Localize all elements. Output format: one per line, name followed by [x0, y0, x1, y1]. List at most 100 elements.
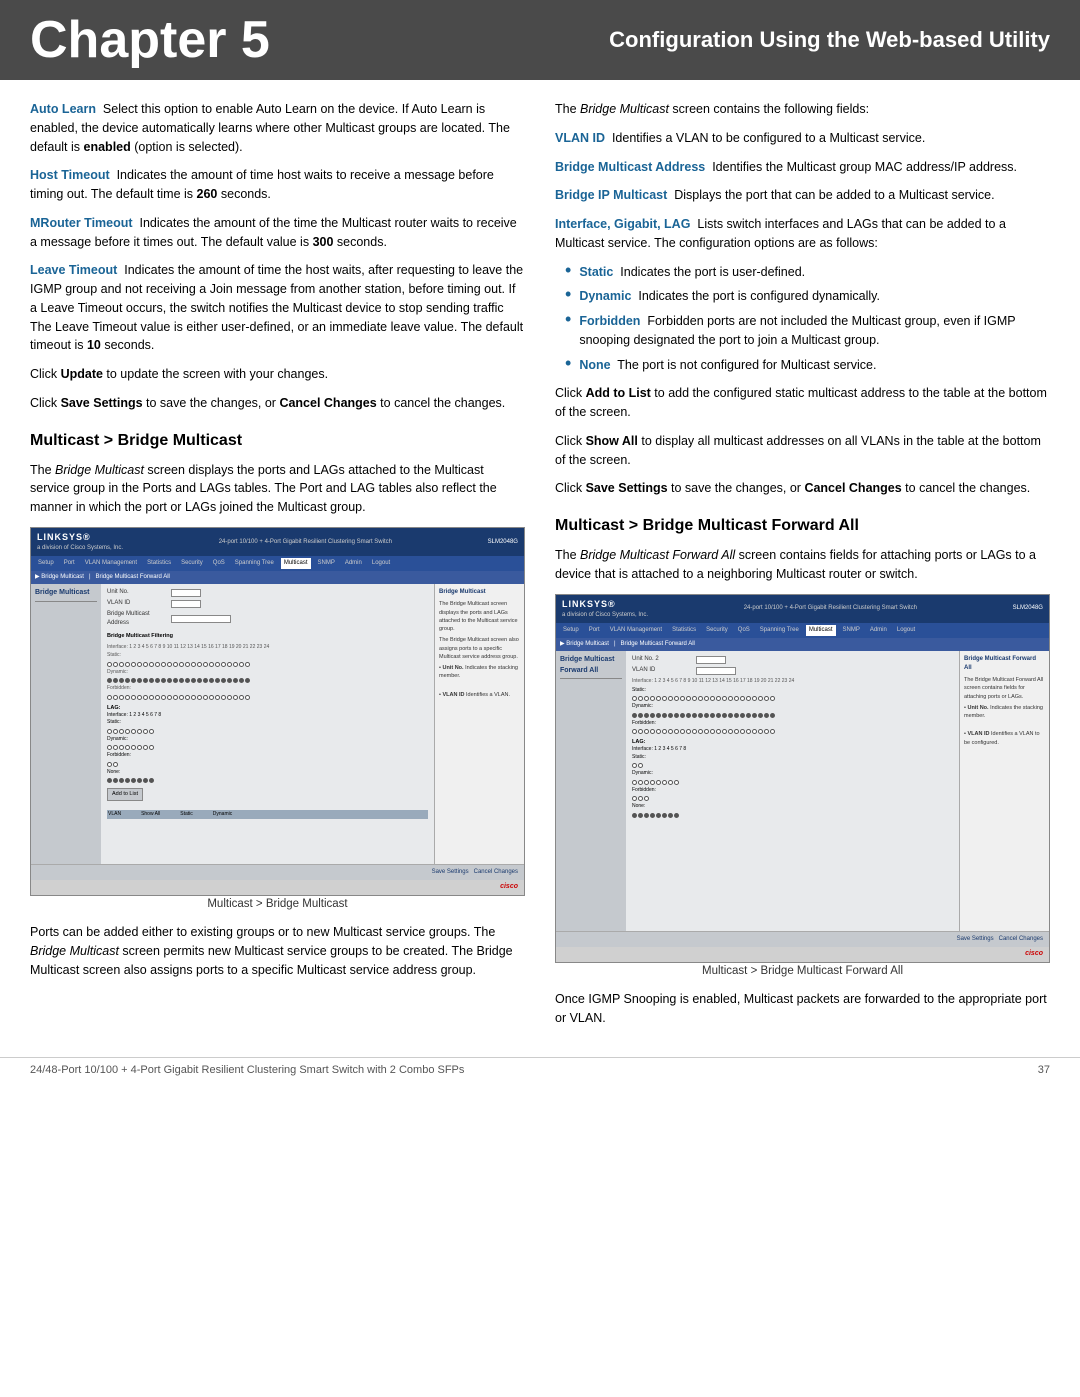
- nav2-port[interactable]: Port: [586, 625, 603, 636]
- nav2-logout[interactable]: Logout: [894, 625, 918, 636]
- lag2-forbidden-dots: [632, 796, 686, 801]
- input-address[interactable]: [171, 615, 231, 623]
- lag2-forbidden: Forbidden:: [632, 787, 686, 795]
- form-row-vlan: VLAN ID: [107, 599, 428, 608]
- linksys-nav-2: Setup Port VLAN Management Statistics Se…: [556, 623, 1049, 638]
- para-click-save-right: Click Save Settings to save the changes,…: [555, 479, 1050, 498]
- para-interface: Interface, Gigabit, LAG Lists switch int…: [555, 215, 1050, 253]
- static2-dots: [632, 696, 953, 701]
- static2-label: Static:: [632, 687, 953, 695]
- lag2-static: Static:: [632, 754, 686, 762]
- caption-bridge-multicast: Multicast > Bridge Multicast: [30, 896, 525, 913]
- table-header: VLAN Show All Static Dynamic: [107, 810, 428, 820]
- para-bridge-address: Bridge Multicast Address Identifies the …: [555, 158, 1050, 177]
- bullet-forbidden: • Forbidden Forbidden ports are not incl…: [565, 312, 1050, 350]
- nav2-vlan[interactable]: VLAN Management: [607, 625, 665, 636]
- nav-multicast[interactable]: Multicast: [281, 558, 311, 569]
- term-autolearn: Auto Learn: [30, 102, 96, 116]
- page-header: Chapter 5 Configuration Using the Web-ba…: [0, 0, 1080, 80]
- para-bridge-intro: The Bridge Multicast screen displays the…: [30, 461, 525, 517]
- right-column: The Bridge Multicast screen contains the…: [555, 100, 1050, 1037]
- input-unit[interactable]: [171, 589, 201, 597]
- nav-logout[interactable]: Logout: [369, 558, 393, 569]
- nav2-qos[interactable]: QoS: [735, 625, 753, 636]
- linksys-logo-2: LINKSYS® a division of Cisco Systems, In…: [562, 598, 648, 621]
- input-vlan[interactable]: [171, 600, 201, 608]
- nav2-setup[interactable]: Setup: [560, 625, 582, 636]
- interface-row2: Interface: 1 2 3 4 5 6 7 8 9 10 11 12 13…: [632, 678, 953, 686]
- bullet-none: • None The port is not configured for Mu…: [565, 356, 1050, 375]
- nav-statistics[interactable]: Statistics: [144, 558, 174, 569]
- bridge-italic-right: Bridge Multicast: [580, 102, 669, 116]
- linksys-main-content: Bridge Multicast Unit No. VLAN ID Bridge…: [31, 584, 524, 864]
- input2-unit[interactable]: [696, 656, 726, 664]
- nav-port[interactable]: Port: [61, 558, 78, 569]
- nav-spanning[interactable]: Spanning Tree: [232, 558, 277, 569]
- lag-label: LAG:: [107, 704, 161, 712]
- cancel-changes-btn-1[interactable]: Cancel Changes: [474, 869, 518, 875]
- cancel-changes-btn-2[interactable]: Cancel Changes: [999, 936, 1043, 942]
- para-igmp-snooping: Once IGMP Snooping is enabled, Multicast…: [555, 990, 1050, 1028]
- footer-right: 37: [1038, 1064, 1050, 1076]
- save-settings-btn-1[interactable]: Save Settings: [432, 869, 469, 875]
- screenshot-bridge-multicast: LINKSYS® a division of Cisco Systems, In…: [30, 527, 525, 896]
- para-post-screenshot: Ports can be added either to existing gr…: [30, 923, 525, 979]
- nav2-snmp[interactable]: SNMP: [840, 625, 863, 636]
- bridge-italic-2: Bridge Multicast: [30, 944, 119, 958]
- lag-col-2: LAG: Interface: 1 2 3 4 5 6 7 8 Static: …: [632, 738, 686, 820]
- para-right-intro: The Bridge Multicast screen contains the…: [555, 100, 1050, 119]
- section-heading-bridge: Multicast > Bridge Multicast: [30, 429, 525, 453]
- para-mroutertimeout: MRouter Timeout Indicates the amount of …: [30, 214, 525, 252]
- term-mroutertimeout: MRouter Timeout: [30, 216, 133, 230]
- nav2-multicast[interactable]: Multicast: [806, 625, 836, 636]
- term-interface: Interface, Gigabit, LAG: [555, 217, 690, 231]
- bullet-static: • Static Indicates the port is user-defi…: [565, 263, 1050, 282]
- static-dots: [107, 662, 428, 667]
- default-autolearn: enabled: [84, 140, 131, 154]
- para-vlanid: VLAN ID Identifies a VLAN to be configur…: [555, 129, 1050, 148]
- term-hosttimeout: Host Timeout: [30, 168, 110, 182]
- default-mroutertimeout: 300: [313, 235, 334, 249]
- linksys-form-area: Unit No. VLAN ID Bridge Multicast Addres…: [101, 584, 434, 864]
- nav-security[interactable]: Security: [178, 558, 206, 569]
- nav-setup[interactable]: Setup: [35, 558, 57, 569]
- cancel-changes-link-left: Cancel Changes: [279, 396, 376, 410]
- right-panel-2: Bridge Multicast Forward All The Bridge …: [959, 651, 1049, 931]
- chapter-subtitle: Configuration Using the Web-based Utilit…: [310, 27, 1050, 53]
- lag-section-2: LAG: Interface: 1 2 3 4 5 6 7 8 Static: …: [632, 738, 953, 820]
- model-info: 24-port 10/100 + 4-Port Gigabit Resilien…: [219, 538, 392, 547]
- lag-static-dots: [107, 729, 161, 734]
- para-autolearn: Auto Learn Select this option to enable …: [30, 100, 525, 156]
- nav-vlan[interactable]: VLAN Management: [82, 558, 140, 569]
- nav-qos[interactable]: QoS: [210, 558, 228, 569]
- update-link: Update: [61, 367, 103, 381]
- linksys-sidebar-2: Bridge Multicast Forward All: [556, 651, 626, 931]
- chapter-title: Chapter 5: [30, 10, 270, 70]
- sub-nav: ▶ Bridge Multicast | Bridge Multicast Fo…: [31, 571, 524, 584]
- linksys-header-2: LINKSYS® a division of Cisco Systems, In…: [556, 595, 1049, 624]
- model-num: SLM2048G: [488, 538, 518, 547]
- lag-col: LAG: Interface: 1 2 3 4 5 6 7 8 Static: …: [107, 704, 161, 786]
- nav2-admin[interactable]: Admin: [867, 625, 890, 636]
- save-settings-btn-2[interactable]: Save Settings: [957, 936, 994, 942]
- term-bridge-ip: Bridge IP Multicast: [555, 188, 667, 202]
- nav-admin[interactable]: Admin: [342, 558, 365, 569]
- nav2-spanning[interactable]: Spanning Tree: [757, 625, 802, 636]
- save-settings-link-right: Save Settings: [586, 481, 668, 495]
- add-to-list-button[interactable]: Add to List: [107, 788, 143, 800]
- lag2-static-dots: [632, 763, 686, 768]
- lag-static: Static:: [107, 719, 161, 727]
- lag2-dynamic: Dynamic:: [632, 770, 686, 778]
- dynamic-label: Dynamic:: [107, 669, 428, 677]
- left-column: Auto Learn Select this option to enable …: [30, 100, 525, 1037]
- forbidden2-label: Forbidden:: [632, 720, 953, 728]
- para-clickupdate: Click Update to update the screen with y…: [30, 365, 525, 384]
- nav2-statistics[interactable]: Statistics: [669, 625, 699, 636]
- input2-vlan[interactable]: [696, 667, 736, 675]
- cisco-logo-1: cisco: [31, 880, 524, 895]
- nav-snmp[interactable]: SNMP: [315, 558, 338, 569]
- static-label: Static:: [107, 652, 428, 660]
- dynamic2-dots: [632, 713, 953, 718]
- dynamic-dots: [107, 678, 428, 683]
- nav2-security[interactable]: Security: [703, 625, 731, 636]
